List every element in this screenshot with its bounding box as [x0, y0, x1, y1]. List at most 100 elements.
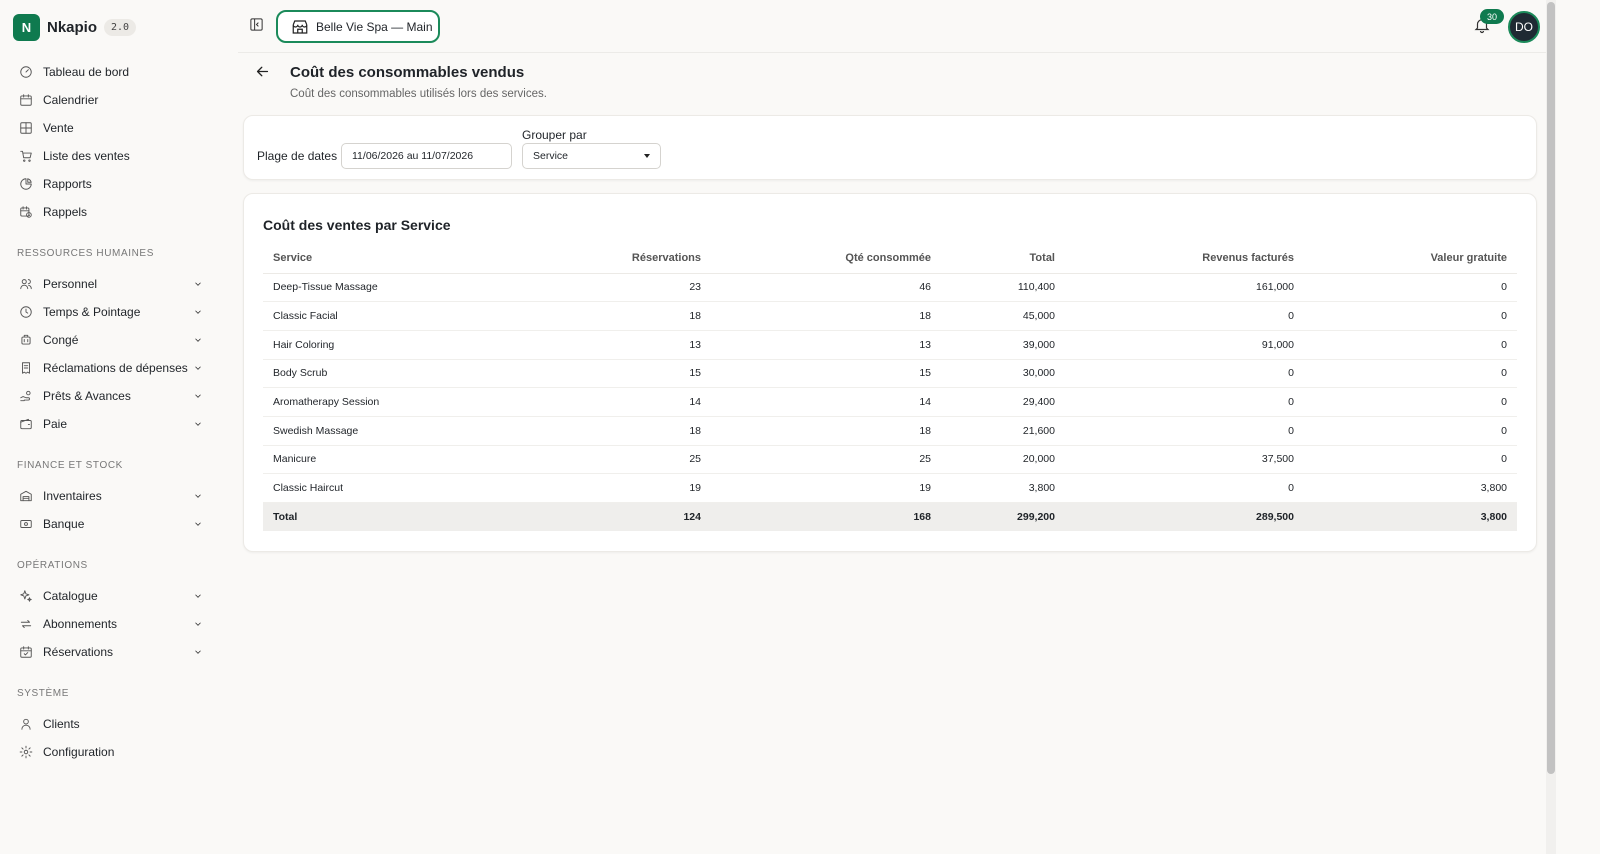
cell: 161,000: [1065, 273, 1304, 303]
nav-item-catalogue[interactable]: Catalogue: [18, 585, 204, 607]
nav-item-abonnements[interactable]: Abonnements: [18, 613, 204, 635]
cell: 0: [1304, 359, 1517, 389]
cell: 25: [711, 445, 941, 475]
cell: 14: [541, 387, 711, 417]
chevron-down-icon: [192, 518, 204, 530]
store-icon: [292, 19, 308, 34]
column-header[interactable]: Revenus facturés: [1065, 244, 1304, 274]
table-row: Aromatherapy Session 14 14 29,400 0 0: [263, 387, 1517, 417]
nav-label: Tableau de bord: [43, 65, 130, 79]
store-name: Belle Vie Spa — Main: [316, 19, 433, 34]
users-icon: [18, 276, 34, 292]
nav-item-rapports[interactable]: Rapports: [18, 173, 204, 195]
sparkles-icon: [18, 588, 34, 604]
brand-logo: N: [13, 13, 40, 41]
nav-label: Inventaires: [43, 489, 102, 503]
column-header[interactable]: Qté consommée: [711, 244, 941, 274]
nav-item-conge[interactable]: Congé: [18, 329, 204, 351]
cell: 45,000: [941, 301, 1065, 331]
cell: 91,000: [1065, 330, 1304, 360]
column-header[interactable]: Réservations: [541, 244, 711, 274]
nav-item-paie[interactable]: Paie: [18, 413, 204, 435]
cell: 3,800: [1304, 502, 1517, 532]
table-row: Manicure 25 25 20,000 37,500 0: [263, 445, 1517, 475]
nav-item-configuration[interactable]: Configuration: [18, 741, 204, 763]
warehouse-icon: [18, 488, 34, 504]
section-title-system: SYSTÈME: [17, 688, 69, 699]
version-badge: 2.0: [104, 18, 137, 36]
column-header[interactable]: Valeur gratuite: [1304, 244, 1517, 274]
nav-item-vente[interactable]: Vente: [18, 117, 204, 139]
sidebar-toggle-button[interactable]: [247, 15, 265, 33]
nav-label: Prêts & Avances: [43, 389, 131, 403]
nav-item-rappels[interactable]: Rappels: [18, 201, 204, 223]
nav-label: Liste des ventes: [43, 149, 130, 163]
cell: 21,600: [941, 416, 1065, 446]
column-header[interactable]: Service: [263, 244, 541, 274]
chevron-down-icon: [192, 590, 204, 602]
cell: 37,500: [1065, 445, 1304, 475]
nav-item-prets-avances[interactable]: Prêts & Avances: [18, 385, 204, 407]
nav-item-liste-des-ventes[interactable]: Liste des ventes: [18, 145, 204, 167]
nav-item-clients[interactable]: Clients: [18, 713, 204, 735]
calendar-check-icon: [18, 644, 34, 660]
cell: 46: [711, 273, 941, 303]
page-subtitle: Coût des consommables utilisés lors des …: [290, 88, 547, 100]
group-by-select[interactable]: Service: [522, 143, 661, 169]
store-selector[interactable]: Belle Vie Spa — Main: [276, 10, 440, 43]
table-row: Classic Facial 18 18 45,000 0 0: [263, 301, 1517, 331]
date-range-input[interactable]: 11/06/2026 au 11/07/2026: [341, 143, 512, 169]
cell: 14: [711, 387, 941, 417]
nav-label: Configuration: [43, 745, 115, 759]
nav-label: Congé: [43, 333, 79, 347]
brand[interactable]: N Nkapio 2.0: [13, 13, 137, 41]
calendar-clock-icon: [18, 204, 34, 220]
nav-item-personnel[interactable]: Personnel: [18, 273, 204, 295]
nav-item-banque[interactable]: Banque: [18, 513, 204, 535]
section-title-ops: OPÉRATIONS: [17, 560, 88, 571]
nav-label: Temps & Pointage: [43, 305, 141, 319]
nav-item-reservations[interactable]: Réservations: [18, 641, 204, 663]
repeat-icon: [18, 616, 34, 632]
cell: 19: [541, 473, 711, 503]
cart-icon: [18, 148, 34, 164]
cell: 23: [541, 273, 711, 303]
cell: 0: [1304, 416, 1517, 446]
cell: 0: [1065, 473, 1304, 503]
nav-item-calendrier[interactable]: Calendrier: [18, 89, 204, 111]
nav-label: Clients: [43, 717, 80, 731]
cell: 39,000: [941, 330, 1065, 360]
cell: 18: [541, 301, 711, 331]
cell: Body Scrub: [263, 359, 541, 389]
nav-item-inventaires[interactable]: Inventaires: [18, 485, 204, 507]
cell: Aromatherapy Session: [263, 387, 541, 417]
cell: 0: [1304, 330, 1517, 360]
chevron-down-icon: [192, 306, 204, 318]
nav-item-tableau-de-bord[interactable]: Tableau de bord: [18, 61, 204, 83]
cell: 0: [1304, 301, 1517, 331]
cell: 0: [1304, 387, 1517, 417]
gauge-icon: [18, 64, 34, 80]
nav-item-temps-pointage[interactable]: Temps & Pointage: [18, 301, 204, 323]
user-icon: [18, 716, 34, 732]
back-button[interactable]: [254, 63, 272, 81]
chevron-down-icon: [192, 490, 204, 502]
column-header[interactable]: Total: [941, 244, 1065, 274]
avatar[interactable]: DO: [1508, 11, 1540, 43]
table-row: Classic Haircut 19 19 3,800 0 3,800: [263, 473, 1517, 503]
cell: Total: [263, 502, 541, 532]
cell: 18: [541, 416, 711, 446]
group-by-label: Grouper par: [522, 128, 587, 142]
scrollbar-thumb[interactable]: [1547, 2, 1555, 774]
nav-label: Rapports: [43, 177, 92, 191]
cell: 13: [711, 330, 941, 360]
cell: 289,500: [1065, 502, 1304, 532]
cell: 124: [541, 502, 711, 532]
sidebar: N Nkapio 2.0 Tableau de bord Calendrier …: [0, 0, 236, 854]
cell: 29,400: [941, 387, 1065, 417]
cell: 15: [541, 359, 711, 389]
cell: 25: [541, 445, 711, 475]
nav-label: Réservations: [43, 645, 114, 659]
nav-item-reclamations[interactable]: Réclamations de dépenses: [18, 357, 204, 379]
hand-coins-icon: [18, 388, 34, 404]
